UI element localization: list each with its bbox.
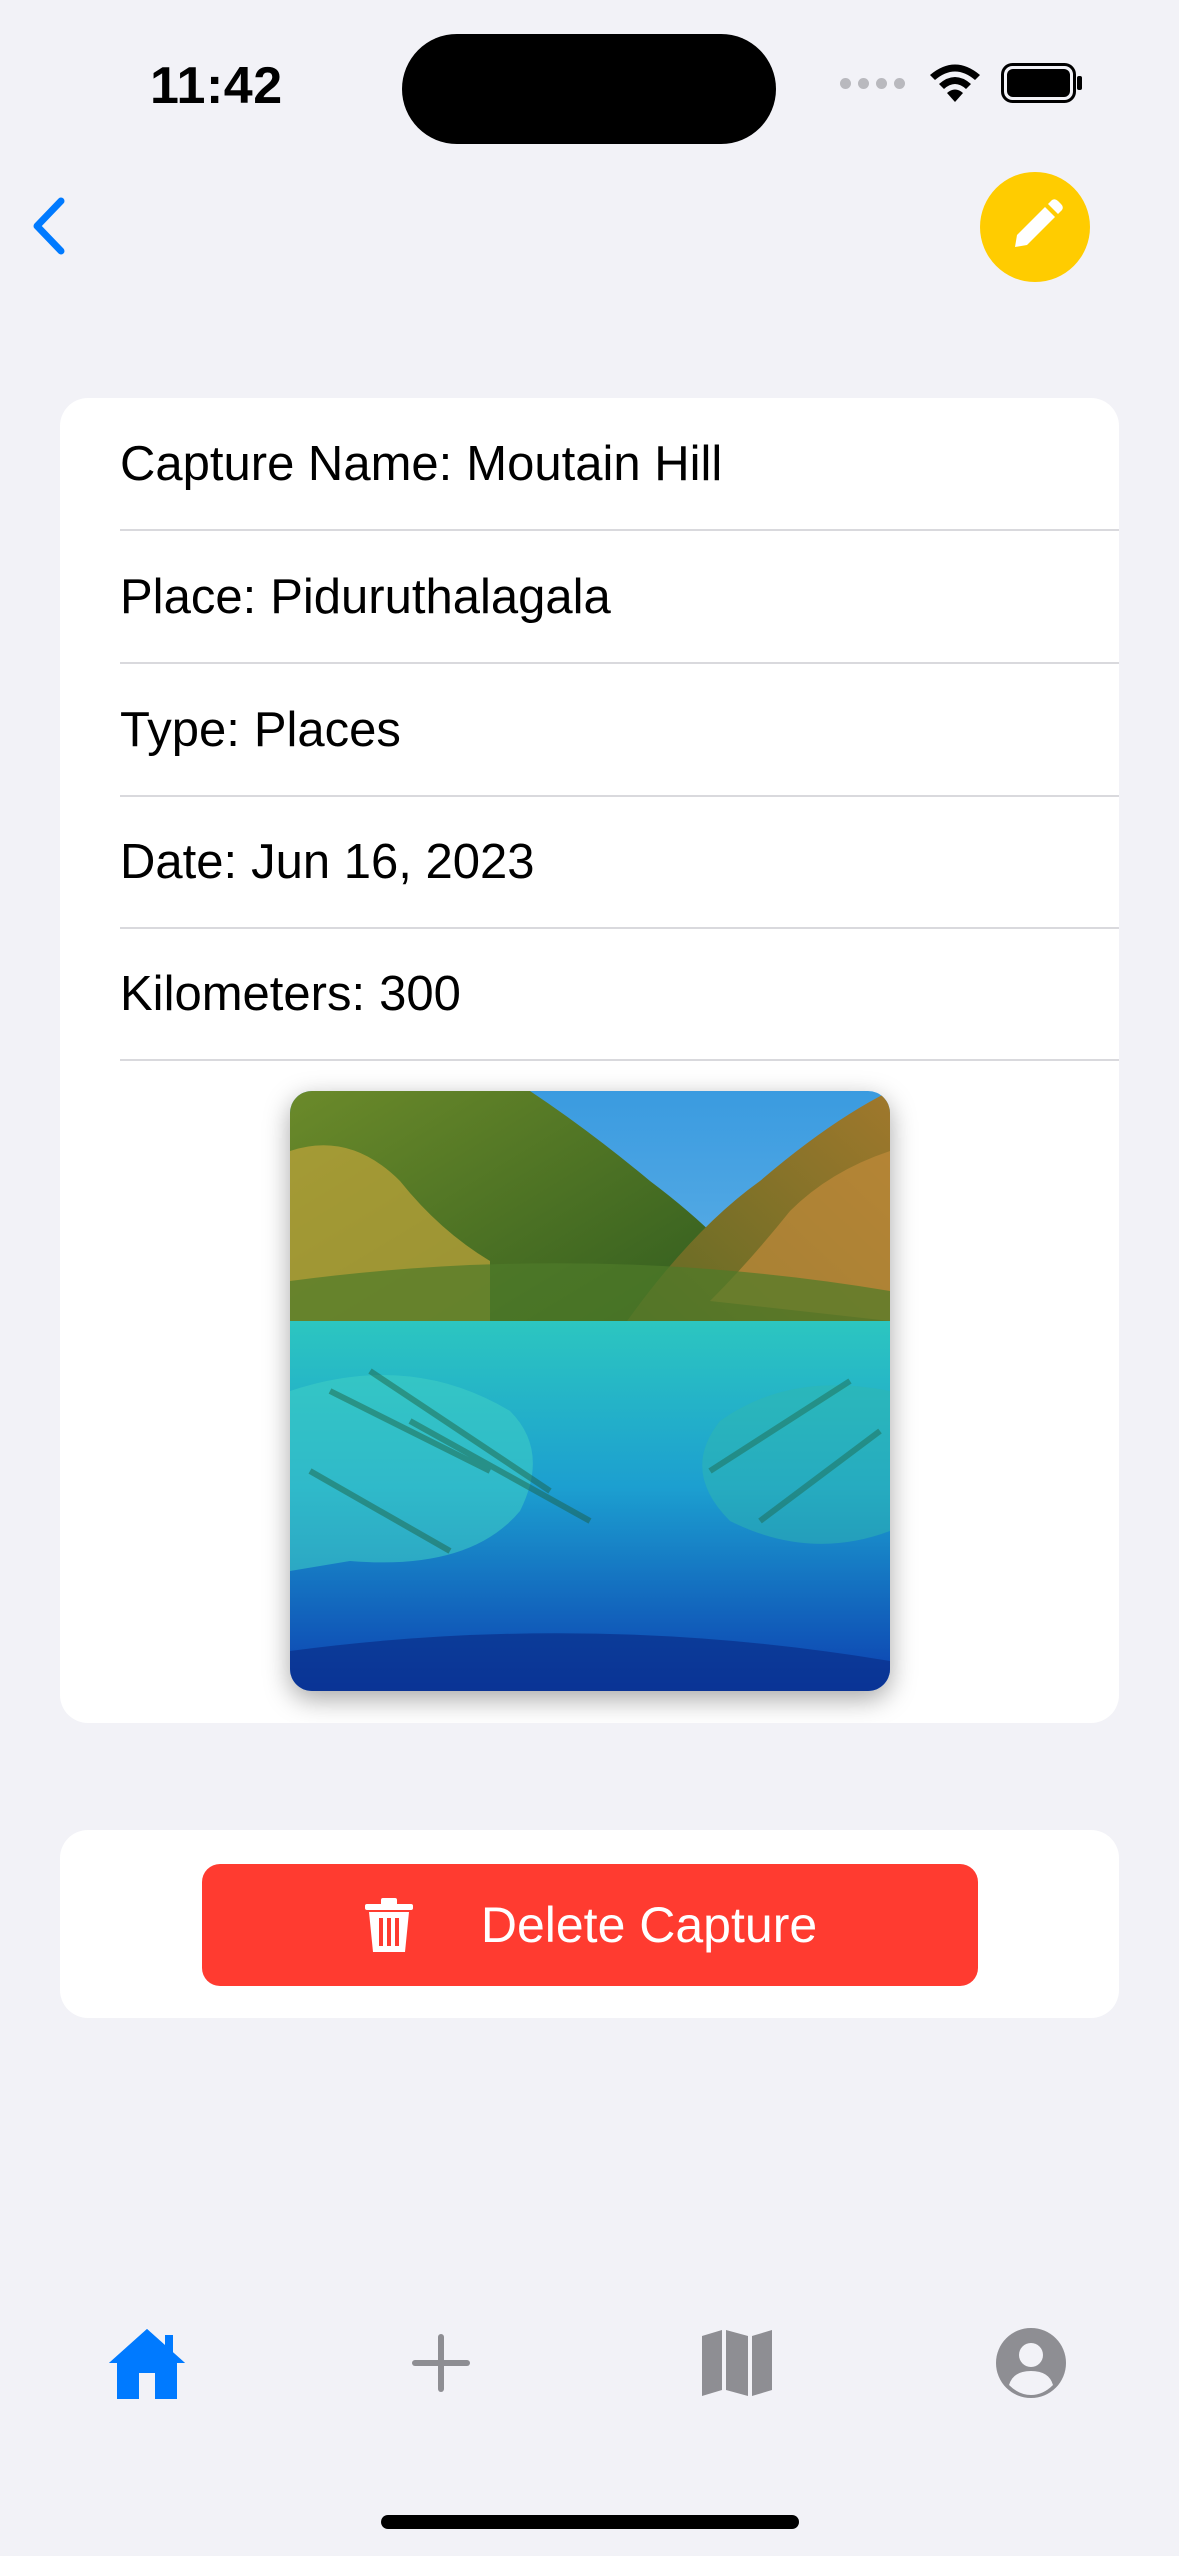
detail-label: Date:: [120, 834, 238, 889]
tab-add[interactable]: [391, 2318, 491, 2408]
detail-row-capture-name: Capture Name: Moutain Hill: [120, 398, 1119, 531]
cellular-signal-icon: [840, 77, 905, 89]
home-icon: [109, 2329, 185, 2399]
status-time: 11:42: [150, 57, 283, 115]
capture-details-card: Capture Name: Moutain Hill Place: Piduru…: [60, 398, 1119, 1723]
tab-map[interactable]: [687, 2318, 787, 2408]
delete-capture-label: Delete Capture: [480, 1897, 818, 1953]
profile-icon: [996, 2328, 1066, 2398]
delete-capture-button[interactable]: Delete Capture: [202, 1864, 978, 1986]
map-icon: [702, 2330, 772, 2396]
status-icons: [840, 62, 1083, 104]
detail-value: Piduruthalagala: [270, 569, 611, 624]
detail-row-date: Date: Jun 16, 2023: [120, 796, 1119, 929]
detail-label: Type:: [120, 702, 240, 757]
wifi-icon: [930, 64, 980, 102]
detail-value: Moutain Hill: [466, 436, 723, 491]
home-indicator[interactable]: [381, 2515, 799, 2529]
detail-row-kilometers: Kilometers: 300: [120, 928, 1119, 1061]
plus-icon: [412, 2334, 470, 2392]
pencil-icon: [1015, 199, 1063, 247]
detail-label: Kilometers:: [120, 966, 366, 1021]
back-button[interactable]: [18, 190, 78, 262]
edit-button[interactable]: [980, 172, 1090, 282]
detail-row-place: Place: Piduruthalagala: [120, 531, 1119, 664]
tab-home[interactable]: [97, 2318, 197, 2408]
detail-value: 300: [379, 966, 461, 1021]
battery-icon: [1001, 63, 1082, 103]
detail-label: Capture Name:: [120, 436, 453, 491]
dynamic-island: [402, 34, 776, 144]
detail-value: Jun 16, 2023: [251, 834, 535, 889]
delete-card: Delete Capture: [60, 1830, 1119, 2018]
chevron-left-icon: [33, 197, 65, 255]
detail-value: Places: [253, 702, 401, 757]
detail-row-type: Type: Places: [120, 664, 1119, 797]
tab-profile[interactable]: [981, 2318, 1081, 2408]
capture-photo: [290, 1091, 890, 1691]
detail-label: Place:: [120, 569, 257, 624]
trash-icon: [364, 1898, 413, 1952]
